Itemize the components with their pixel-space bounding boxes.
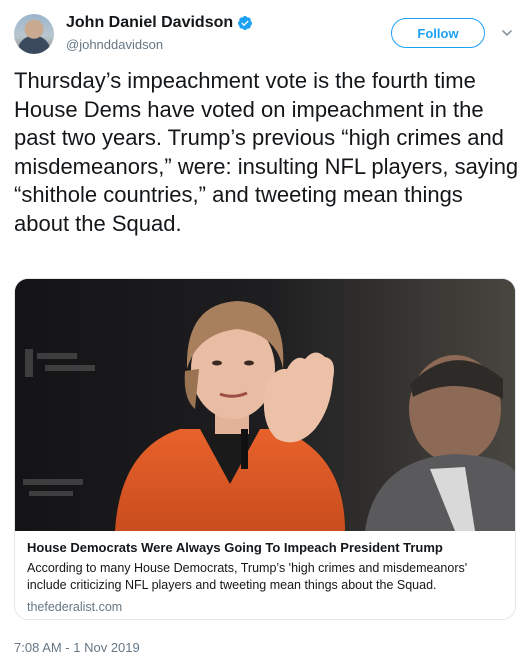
chevron-down-icon[interactable] [500,26,514,40]
author-handle[interactable]: @johnddavidson [66,37,163,52]
card-title[interactable]: House Democrats Were Always Going To Imp… [27,539,505,557]
card-body: House Democrats Were Always Going To Imp… [27,539,505,614]
card-description: According to many House Democrats, Trump… [27,561,468,592]
card-domain: thefederalist.com [27,600,123,614]
tweet-text: Thursday’s impeachment vote is the fourt… [14,68,519,236]
tweet-timestamp[interactable]: 7:08 AM - 1 Nov 2019 [14,640,140,655]
author-name-row: John Daniel Davidson [66,14,253,32]
verified-badge-icon [237,15,253,31]
author-avatar[interactable] [14,14,54,54]
card-image [15,279,515,531]
follow-button[interactable]: Follow [391,18,485,48]
link-card[interactable]: House Democrats Were Always Going To Imp… [14,278,516,620]
card-photo [15,279,515,531]
author-name[interactable]: John Daniel Davidson [66,14,233,32]
